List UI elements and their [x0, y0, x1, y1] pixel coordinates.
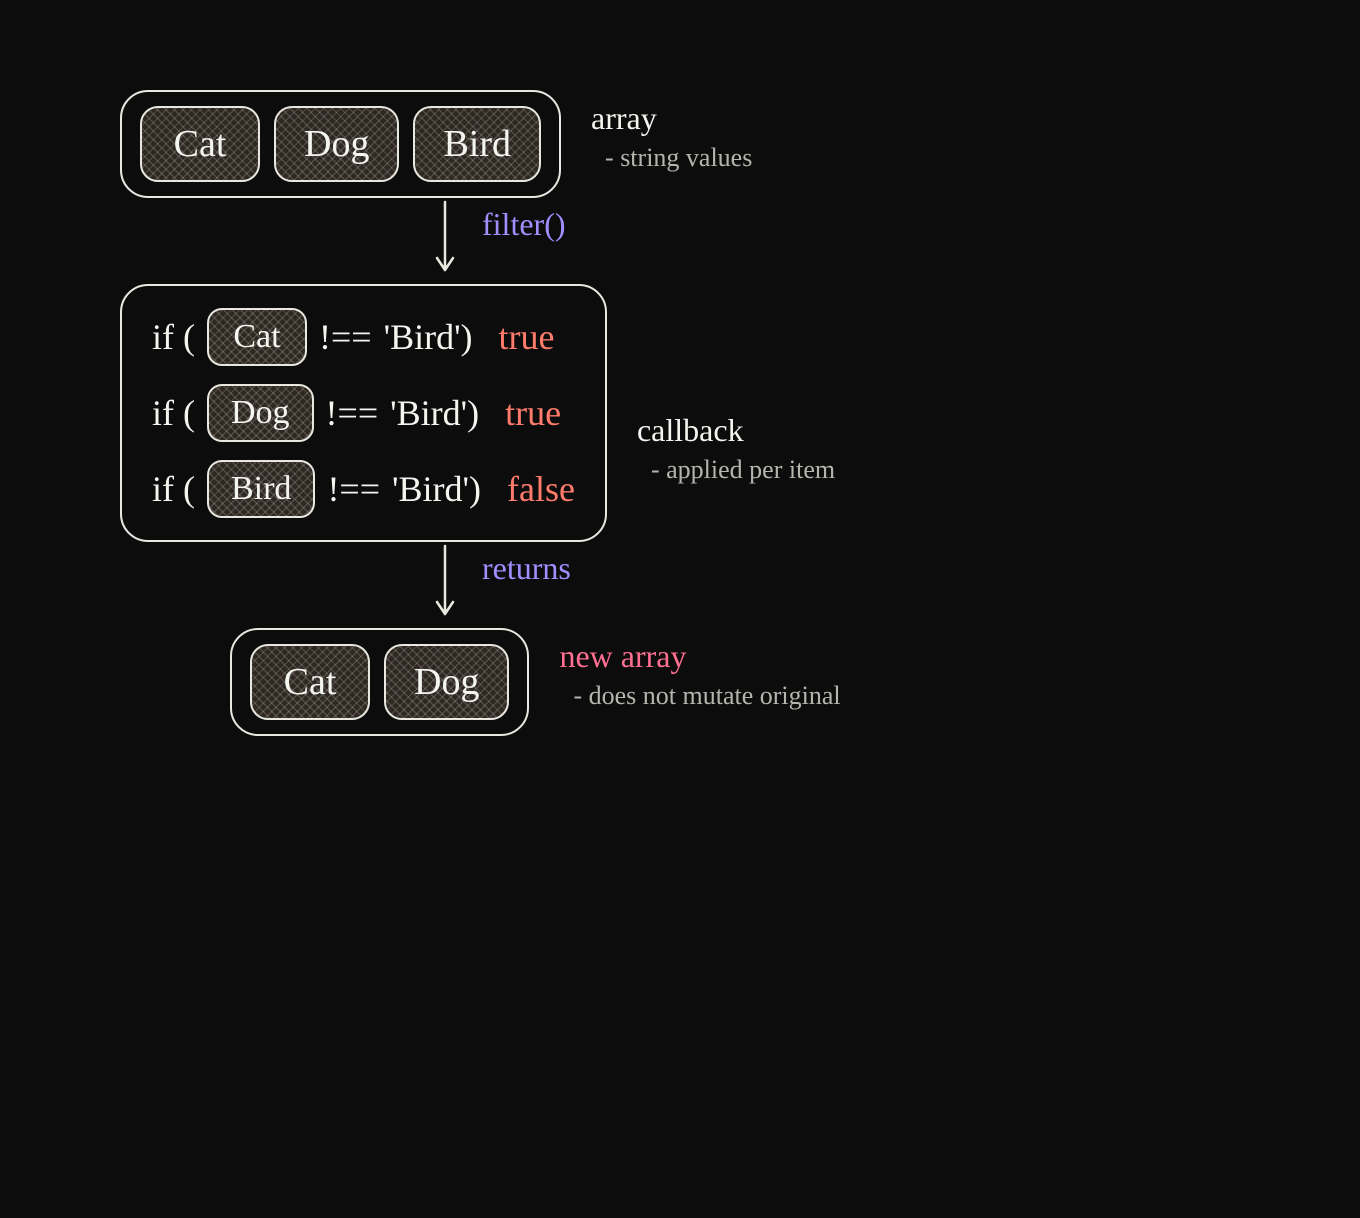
compare: 'Bird') [392, 471, 481, 507]
result-container: Cat Dog [230, 628, 529, 736]
annotation-title: new array [559, 638, 840, 675]
connector-label: filter() [482, 198, 566, 243]
annotation-sub: does not mutate original [559, 681, 840, 711]
stage-callback: if ( Cat !== 'Bird') true if ( Dog !== '… [120, 284, 1260, 542]
callback-result: true [499, 319, 555, 355]
arrow-down-icon [430, 542, 460, 628]
annotation-sub: string values [591, 143, 752, 173]
callback-row: if ( Cat !== 'Bird') true [152, 308, 555, 366]
operator: !== [326, 395, 379, 431]
array-item: Dog [274, 106, 399, 182]
connector-returns: returns [430, 542, 1260, 628]
callback-value: Bird [207, 460, 315, 518]
result-item: Cat [250, 644, 370, 720]
callback-annotation: callback applied per item [637, 402, 835, 485]
annotation-sub: applied per item [637, 455, 835, 485]
stage-array: Cat Dog Bird array string values [120, 90, 1260, 198]
annotation-title: array [591, 100, 752, 137]
callback-value: Cat [207, 308, 307, 366]
array-annotation: array string values [591, 90, 752, 173]
callback-result: true [505, 395, 561, 431]
stage-result: Cat Dog new array does not mutate origin… [230, 628, 1260, 736]
result-item: Dog [384, 644, 509, 720]
operator: !== [319, 319, 372, 355]
connector-label: returns [482, 542, 571, 587]
callback-row: if ( Dog !== 'Bird') true [152, 384, 561, 442]
callback-value: Dog [207, 384, 314, 442]
if-open: if ( [152, 471, 195, 507]
if-open: if ( [152, 319, 195, 355]
connector-filter: filter() [430, 198, 1260, 284]
callback-row: if ( Bird !== 'Bird') false [152, 460, 575, 518]
array-item: Bird [413, 106, 541, 182]
compare: 'Bird') [390, 395, 479, 431]
if-open: if ( [152, 395, 195, 431]
array-container: Cat Dog Bird [120, 90, 561, 198]
result-annotation: new array does not mutate original [559, 628, 840, 711]
arrow-down-icon [430, 198, 460, 284]
callback-container: if ( Cat !== 'Bird') true if ( Dog !== '… [120, 284, 607, 542]
operator: !== [327, 471, 380, 507]
callback-result: false [507, 471, 575, 507]
annotation-title: callback [637, 412, 835, 449]
compare: 'Bird') [384, 319, 473, 355]
array-item: Cat [140, 106, 260, 182]
